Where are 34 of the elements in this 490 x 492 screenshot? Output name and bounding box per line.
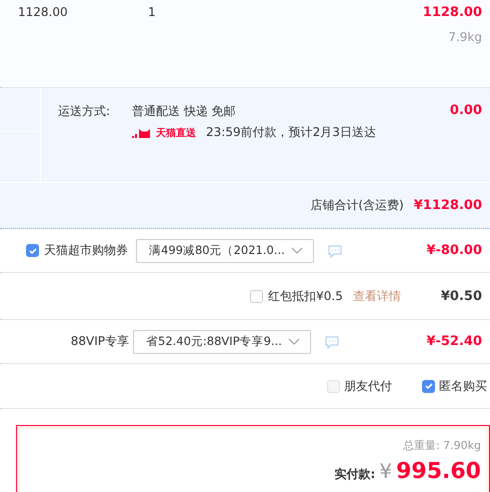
discount-label: 天猫超市购物券 (44, 242, 128, 259)
chevron-icon (288, 338, 300, 346)
discount-label: 红包抵扣¥0.5 (268, 288, 343, 304)
message-icon[interactable] (328, 244, 342, 258)
store-total: ¥1128.00 (414, 198, 482, 213)
unit-price: 1128.00 (18, 5, 69, 19)
shipping-fee: 0.00 (450, 103, 482, 118)
checkbox[interactable] (26, 244, 39, 257)
pay-label: 实付款: (334, 466, 376, 483)
check-icon (28, 246, 38, 256)
currency-sign: ¥ (379, 459, 392, 483)
total-weight: 总重量: 7.90kg (402, 438, 481, 453)
coupon-dropdown[interactable]: 省52.40元:88VIP专享9... (133, 330, 311, 354)
store-total-label: 店铺合计(含运费) (310, 197, 404, 214)
subtotal: 1128.00 (422, 4, 482, 20)
discount-amount: ¥0.50 (440, 288, 482, 304)
checkbox[interactable] (250, 290, 264, 302)
quantity: 1 (148, 5, 157, 19)
total-amount: 995.60 (396, 459, 481, 484)
delivery-estimate: 23:59前付款，预计2月3日送达 (206, 124, 376, 141)
check-icon (424, 381, 434, 391)
discount-amount: ¥-80.00 (426, 243, 482, 258)
option-label: 朋友代付 (344, 378, 392, 394)
shipping-label: 运送方式: (58, 103, 112, 120)
message-icon[interactable] (325, 334, 339, 348)
shipping-method: 普通配送 快递 免邮 (132, 103, 237, 120)
discount-label: 88VIP专享 (70, 333, 129, 350)
coupon-dropdown[interactable]: 满499减80元（2021.0... (136, 238, 314, 262)
item-weight: 7.9kg (448, 30, 482, 44)
delivery-service-label: 天猫直送 (156, 126, 196, 140)
discount-amount: ¥-52.40 (426, 334, 482, 349)
option-label: 匿名购买 (439, 378, 487, 394)
checkbox[interactable] (422, 380, 435, 392)
chevron-icon (291, 246, 303, 254)
